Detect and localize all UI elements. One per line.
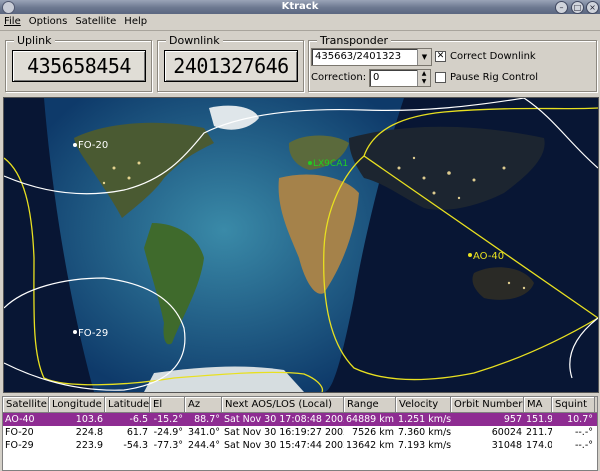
- cell-azimuth: 244.4°: [188, 440, 220, 451]
- window-title: Ktrack: [281, 1, 319, 12]
- cell-latitude: -54.3: [123, 440, 148, 451]
- column-header[interactable]: Az: [185, 397, 222, 412]
- correction-input[interactable]: 0 ▲ ▼: [369, 69, 431, 87]
- table-row[interactable]: FO-29 223.9 -54.3 -77.3° 244.4° Sat Nov …: [3, 439, 597, 452]
- world-map-graphic: FO-20 FO-29 AO-40 LX9CA1: [4, 98, 598, 392]
- uplink-group: Uplink 435658454: [5, 34, 152, 92]
- correction-label: Correction:: [311, 72, 367, 83]
- transponder-group: Transponder 435663/2401323 ▼ ✕ Correct D…: [308, 34, 597, 92]
- cell-velocity: 7.193 km/s: [398, 440, 451, 451]
- cell-ma: 211.7: [526, 427, 552, 438]
- cell-velocity: 1.251 km/s: [398, 414, 451, 425]
- maximize-icon[interactable]: □: [571, 1, 584, 14]
- cell-next-aos-los: Sat Nov 30 16:19:27 2002: [224, 427, 344, 438]
- cell-satellite: AO-40: [5, 414, 35, 425]
- fo29-label: FO-29: [78, 328, 108, 339]
- minimize-icon[interactable]: –: [555, 1, 568, 14]
- spin-buttons[interactable]: ▲ ▼: [417, 70, 430, 86]
- column-header[interactable]: Latitude: [105, 397, 150, 412]
- menu-options[interactable]: Options: [25, 14, 72, 30]
- column-header[interactable]: Squint: [552, 397, 595, 412]
- downlink-label: Downlink: [166, 34, 223, 47]
- ao40-marker[interactable]: [468, 253, 472, 257]
- table-row[interactable]: FO-20 224.8 61.7 -24.9° 341.0° Sat Nov 3…: [3, 426, 597, 439]
- cell-squint: --.-°: [574, 427, 593, 438]
- column-header[interactable]: Next AOS/LOS (Local): [222, 397, 344, 412]
- column-header[interactable]: El: [150, 397, 185, 412]
- menu-help[interactable]: Help: [120, 14, 151, 30]
- cell-range: 64889 km: [346, 414, 394, 425]
- cell-range: 13642 km: [346, 440, 394, 451]
- cell-orbit-number: 957: [503, 414, 522, 425]
- downlink-frequency-display: 2401327646: [164, 50, 298, 82]
- cell-latitude: 61.7: [126, 427, 148, 438]
- transponder-label: Transponder: [317, 34, 392, 47]
- correction-value: 0: [373, 72, 380, 83]
- cell-elevation: -77.3°: [153, 440, 183, 451]
- cell-elevation: -15.2°: [153, 414, 183, 425]
- menu-bar: File Options Satellite Help: [0, 14, 600, 31]
- fo29-marker[interactable]: [73, 330, 77, 334]
- close-icon[interactable]: ×: [586, 1, 599, 14]
- uplink-frequency-display: 435658454: [12, 50, 146, 82]
- cell-azimuth: 341.0°: [188, 427, 220, 438]
- cell-elevation: -24.9°: [153, 427, 183, 438]
- cell-next-aos-los: Sat Nov 30 17:08:48 2002: [224, 414, 344, 425]
- downlink-group: Downlink 2401327646: [157, 34, 304, 92]
- menu-satellite[interactable]: Satellite: [71, 14, 120, 30]
- cell-longitude: 103.6: [75, 414, 103, 425]
- ground-station-label: LX9CA1: [313, 159, 348, 169]
- table-header: Satellite Longitude Latitude El Az Next …: [3, 397, 597, 413]
- satellite-table: Satellite Longitude Latitude El Az Next …: [2, 396, 598, 471]
- world-map[interactable]: FO-20 FO-29 AO-40 LX9CA1: [3, 97, 599, 393]
- chevron-down-icon[interactable]: ▼: [417, 49, 431, 65]
- cell-next-aos-los: Sat Nov 30 15:47:44 2002: [224, 440, 344, 451]
- column-header[interactable]: Satellite: [3, 397, 49, 412]
- cell-squint: --.-°: [574, 440, 593, 451]
- column-header[interactable]: Longitude: [49, 397, 105, 412]
- pause-rig-control-label: Pause Rig Control: [450, 72, 538, 83]
- cell-latitude: -6.5: [129, 414, 148, 425]
- cell-orbit-number: 60024: [491, 427, 522, 438]
- ground-station-marker[interactable]: [308, 161, 312, 165]
- column-header[interactable]: Velocity: [396, 397, 451, 412]
- menu-file[interactable]: File: [0, 14, 25, 30]
- cell-ma: 151.9: [526, 414, 552, 425]
- column-header[interactable]: Range: [344, 397, 396, 412]
- cell-squint: 10.7°: [567, 414, 593, 425]
- fo20-marker[interactable]: [73, 143, 77, 147]
- ao40-label: AO-40: [473, 251, 504, 262]
- transponder-select[interactable]: 435663/2401323 ▼: [311, 48, 432, 66]
- cell-orbit-number: 31048: [491, 440, 522, 451]
- correct-downlink-label: Correct Downlink: [450, 51, 536, 62]
- pause-rig-control-checkbox[interactable]: [435, 72, 446, 83]
- fo20-label: FO-20: [78, 140, 108, 151]
- table-row[interactable]: AO-40 103.6 -6.5 -15.2° 88.7° Sat Nov 30…: [3, 413, 597, 426]
- title-bar: Ktrack – □ ×: [0, 0, 600, 14]
- transponder-selected-value: 435663/2401323: [315, 51, 402, 62]
- correct-downlink-checkbox[interactable]: ✕: [435, 51, 446, 62]
- cell-longitude: 223.9: [75, 440, 103, 451]
- cell-ma: 174.0: [526, 440, 552, 451]
- cell-velocity: 7.360 km/s: [398, 427, 451, 438]
- uplink-label: Uplink: [14, 34, 55, 47]
- cell-azimuth: 88.7°: [194, 414, 220, 425]
- cell-satellite: FO-29: [5, 440, 34, 451]
- column-header[interactable]: MA: [524, 397, 552, 412]
- column-header[interactable]: Orbit Number: [451, 397, 524, 412]
- cell-range: 7526 km: [352, 427, 394, 438]
- cell-satellite: FO-20: [5, 427, 34, 438]
- cell-longitude: 224.8: [75, 427, 103, 438]
